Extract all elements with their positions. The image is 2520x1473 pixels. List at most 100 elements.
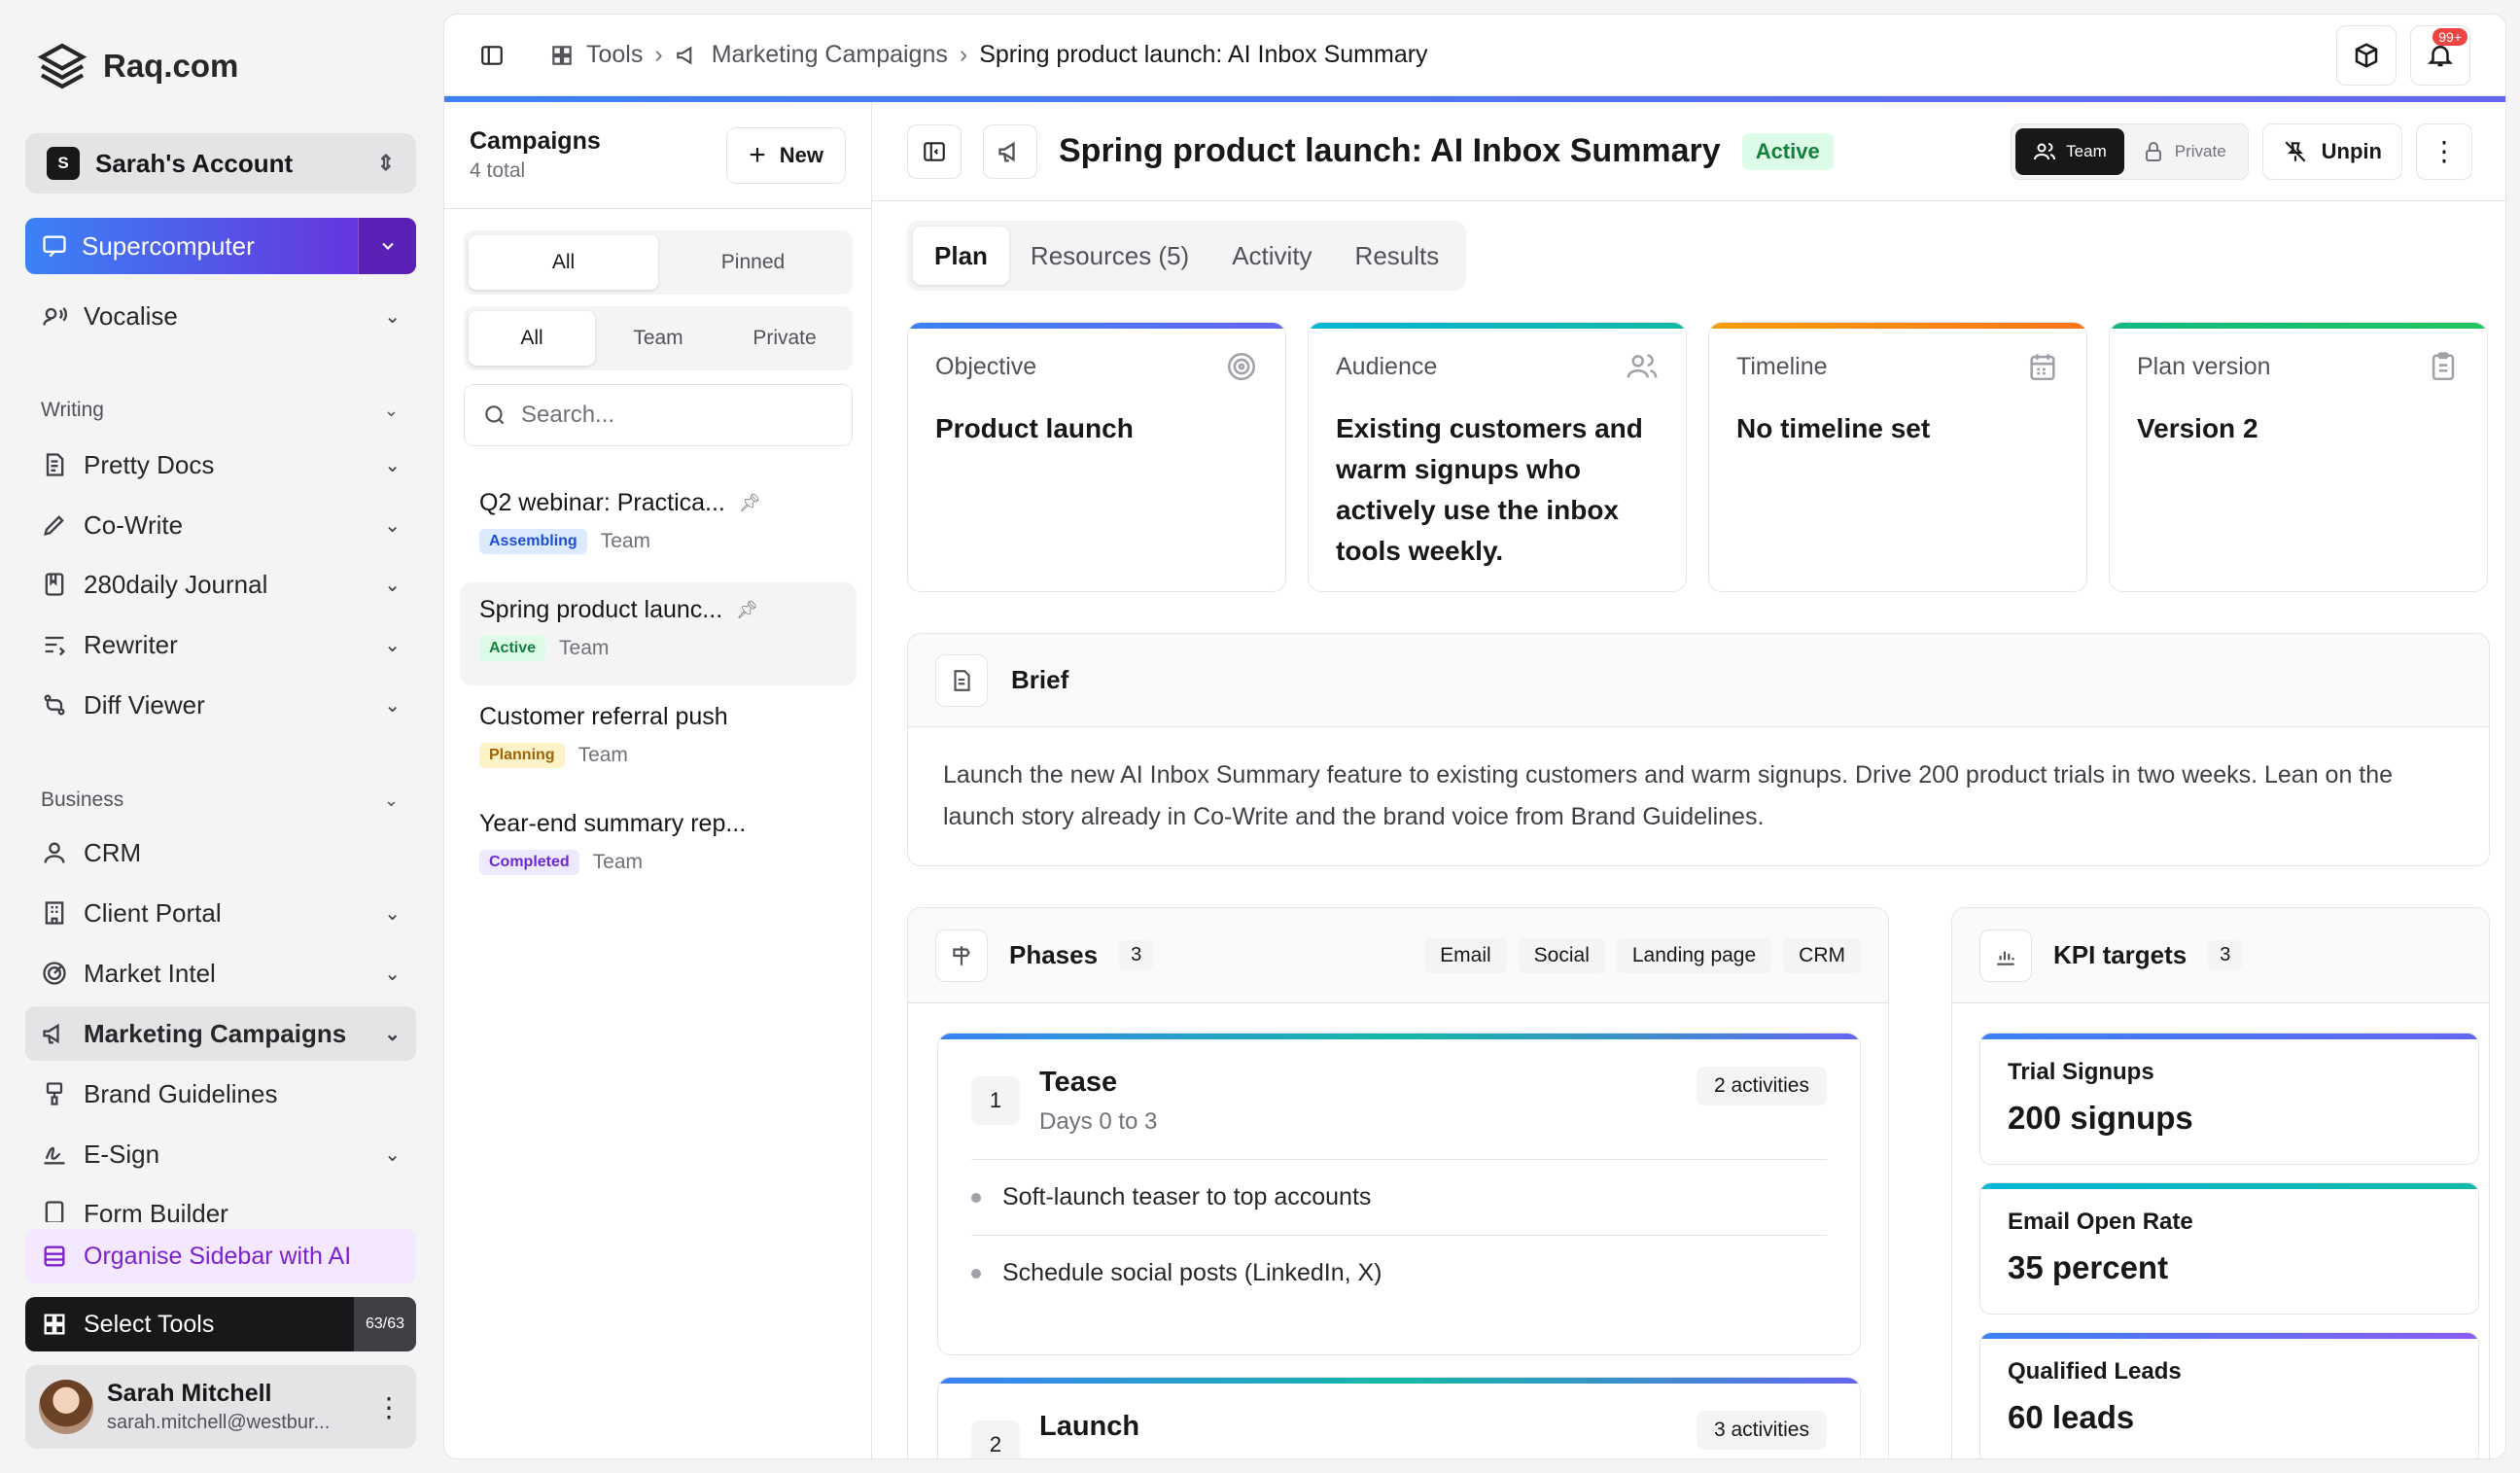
- sidebar-item-label: Brand Guidelines: [84, 1078, 278, 1108]
- activity-label: Schedule social posts (LinkedIn, X): [1002, 1259, 1382, 1286]
- activity-item[interactable]: Schedule social posts (LinkedIn, X): [971, 1235, 1827, 1311]
- visibility-private-label: Private: [2174, 141, 2226, 160]
- campaign-item[interactable]: Q2 webinar: Practica... 📌︎ Assembling Team: [460, 475, 857, 579]
- organise-sidebar-button[interactable]: Organise Sidebar with AI: [25, 1229, 416, 1283]
- sidebar-item-e-sign[interactable]: E-Sign ⌄: [25, 1127, 416, 1181]
- select-tools-button[interactable]: Select Tools 63/63: [25, 1297, 416, 1351]
- phase-days: Days 0 to 3: [1039, 1108, 1158, 1135]
- grid-icon: [44, 1314, 65, 1335]
- kpi-label: Email Open Rate: [2008, 1209, 2193, 1235]
- scope-private[interactable]: Private: [721, 311, 848, 366]
- account-switcher[interactable]: S Sarah's Account ⇕: [25, 133, 416, 193]
- visibility-toggle: Team Private: [2011, 123, 2249, 180]
- campaign-item[interactable]: Spring product launc... 📌︎ Active Team: [460, 582, 857, 685]
- new-campaign-button[interactable]: + New: [726, 126, 846, 184]
- visibility-team[interactable]: Team: [2015, 127, 2124, 175]
- sidebar-item-pretty-docs[interactable]: Pretty Docs ⌄: [25, 438, 416, 492]
- scope-all[interactable]: All: [469, 311, 595, 366]
- section-business[interactable]: Business ⌄: [41, 789, 399, 812]
- visibility-private[interactable]: Private: [2124, 128, 2244, 175]
- sidebar-item-rewriter[interactable]: Rewriter ⌄: [25, 617, 416, 672]
- more-button[interactable]: ⋮: [2416, 123, 2472, 180]
- users-icon: [1627, 354, 1658, 378]
- chat-icon: [43, 235, 66, 258]
- brief-section: Brief Launch the new AI Inbox Summary fe…: [907, 633, 2490, 866]
- kpi-section: KPI targets 3 Trial Signups 200 signups …: [1951, 907, 2490, 1458]
- more-vertical-icon[interactable]: ⋮: [375, 1391, 402, 1423]
- phase-number: 2: [971, 1420, 1020, 1458]
- campaign-scope: Team: [600, 530, 651, 552]
- account-name: Sarah's Account: [95, 148, 294, 178]
- sidebar-item-client-portal[interactable]: Client Portal ⌄: [25, 886, 416, 940]
- campaign-item[interactable]: Year-end summary rep... Completed Team: [460, 796, 857, 899]
- supercomputer-dropdown[interactable]: [358, 218, 416, 274]
- notifications-button[interactable]: 99+: [2410, 24, 2470, 86]
- campaign-item[interactable]: Customer referral push Planning Team: [460, 689, 857, 792]
- summary-card-objective: Objective Product launch: [907, 322, 1286, 592]
- document-icon: [935, 653, 988, 707]
- sidebar-toggle-icon[interactable]: [479, 43, 505, 68]
- organise-label: Organise Sidebar with AI: [84, 1242, 352, 1270]
- section-writing[interactable]: Writing ⌄: [41, 399, 399, 422]
- tab-plan[interactable]: Plan: [913, 227, 1009, 285]
- topbar: Tools › Marketing Campaigns › Spring pro…: [444, 15, 2505, 96]
- tab-activity[interactable]: Activity: [1210, 227, 1333, 285]
- plus-icon: +: [749, 138, 766, 171]
- signature-icon: [44, 1146, 65, 1165]
- more-vertical-icon: ⋮: [2431, 136, 2458, 166]
- sidebar-item-co-write[interactable]: Co-Write ⌄: [25, 498, 416, 552]
- collapse-list-button[interactable]: [907, 123, 962, 179]
- activity-item[interactable]: Soft-launch teaser to top accounts: [971, 1159, 1827, 1235]
- pin-off-icon: [2285, 140, 2306, 162]
- sidebar-item-vocalise[interactable]: Vocalise ⌄: [25, 289, 416, 343]
- chevron-down-icon: ⌄: [384, 963, 401, 985]
- detail-tabs: Plan Resources (5) Activity Results: [907, 221, 1467, 291]
- user-profile[interactable]: Sarah Mitchell sarah.mitchell@westbur...…: [25, 1365, 416, 1449]
- chevron-down-icon: ⌄: [384, 454, 401, 476]
- breadcrumb-tools[interactable]: Tools: [586, 41, 643, 69]
- chevron-down-icon: ⌄: [384, 514, 401, 537]
- brand-logo[interactable]: Raq.com: [35, 39, 238, 93]
- chevron-down-icon: ⌄: [384, 694, 401, 717]
- tools-count-badge: 63/63: [353, 1297, 416, 1351]
- status-badge: Active: [479, 636, 546, 661]
- card-label: Objective: [935, 352, 1037, 380]
- sidebar-item-diff-viewer[interactable]: Diff Viewer ⌄: [25, 678, 416, 732]
- filter-all[interactable]: All: [469, 235, 658, 290]
- avatar: [39, 1380, 93, 1434]
- grid-icon: [552, 45, 572, 65]
- sidebar-item-crm[interactable]: CRM: [25, 825, 416, 880]
- phase-card: 2 Launch 3 activities: [937, 1377, 1861, 1458]
- search-icon: [485, 405, 505, 425]
- cube-icon: [2355, 42, 2378, 68]
- pin-icon: 📌︎: [736, 600, 759, 619]
- kpi-card: Qualified Leads 60 leads: [1979, 1332, 2479, 1458]
- campaigns-title: Campaigns: [470, 127, 601, 155]
- filter-scope: All Team Private: [464, 306, 853, 370]
- breadcrumb-campaigns[interactable]: Marketing Campaigns: [712, 41, 948, 69]
- brief-text: Launch the new AI Inbox Summary feature …: [943, 761, 2394, 830]
- sidebar-item-label: Client Portal: [84, 897, 222, 928]
- sidebar-item-market-intel[interactable]: Market Intel ⌄: [25, 946, 416, 1000]
- scope-team[interactable]: Team: [595, 311, 721, 366]
- card-value: Version 2: [2137, 413, 2258, 443]
- sidebar-item-form-builder[interactable]: Form Builder: [25, 1187, 416, 1222]
- search-input[interactable]: Search...: [464, 384, 853, 446]
- sidebar-item-brand-guidelines[interactable]: Brand Guidelines: [25, 1067, 416, 1121]
- filter-pinned-tab[interactable]: Pinned: [658, 235, 848, 290]
- tab-results[interactable]: Results: [1334, 227, 1461, 285]
- campaign-icon: [983, 123, 1037, 179]
- sidebar-item-journal[interactable]: 280daily Journal ⌄: [25, 557, 416, 612]
- sidebar-item-label: CRM: [84, 837, 142, 867]
- cube-button[interactable]: [2336, 24, 2397, 86]
- tab-resources[interactable]: Resources (5): [1009, 227, 1210, 285]
- sidebar-item-label: Market Intel: [84, 958, 216, 988]
- chevron-down-icon: ⌄: [384, 1143, 401, 1166]
- phases-count: 3: [1119, 940, 1154, 970]
- channel-tag: Email: [1424, 937, 1507, 973]
- sidebar-item-marketing-campaigns[interactable]: Marketing Campaigns ⌄: [25, 1006, 416, 1061]
- supercomputer-button[interactable]: Supercomputer: [25, 218, 416, 274]
- status-badge: Completed: [479, 850, 579, 875]
- unpin-button[interactable]: Unpin: [2261, 123, 2402, 180]
- unpin-label: Unpin: [2321, 138, 2382, 163]
